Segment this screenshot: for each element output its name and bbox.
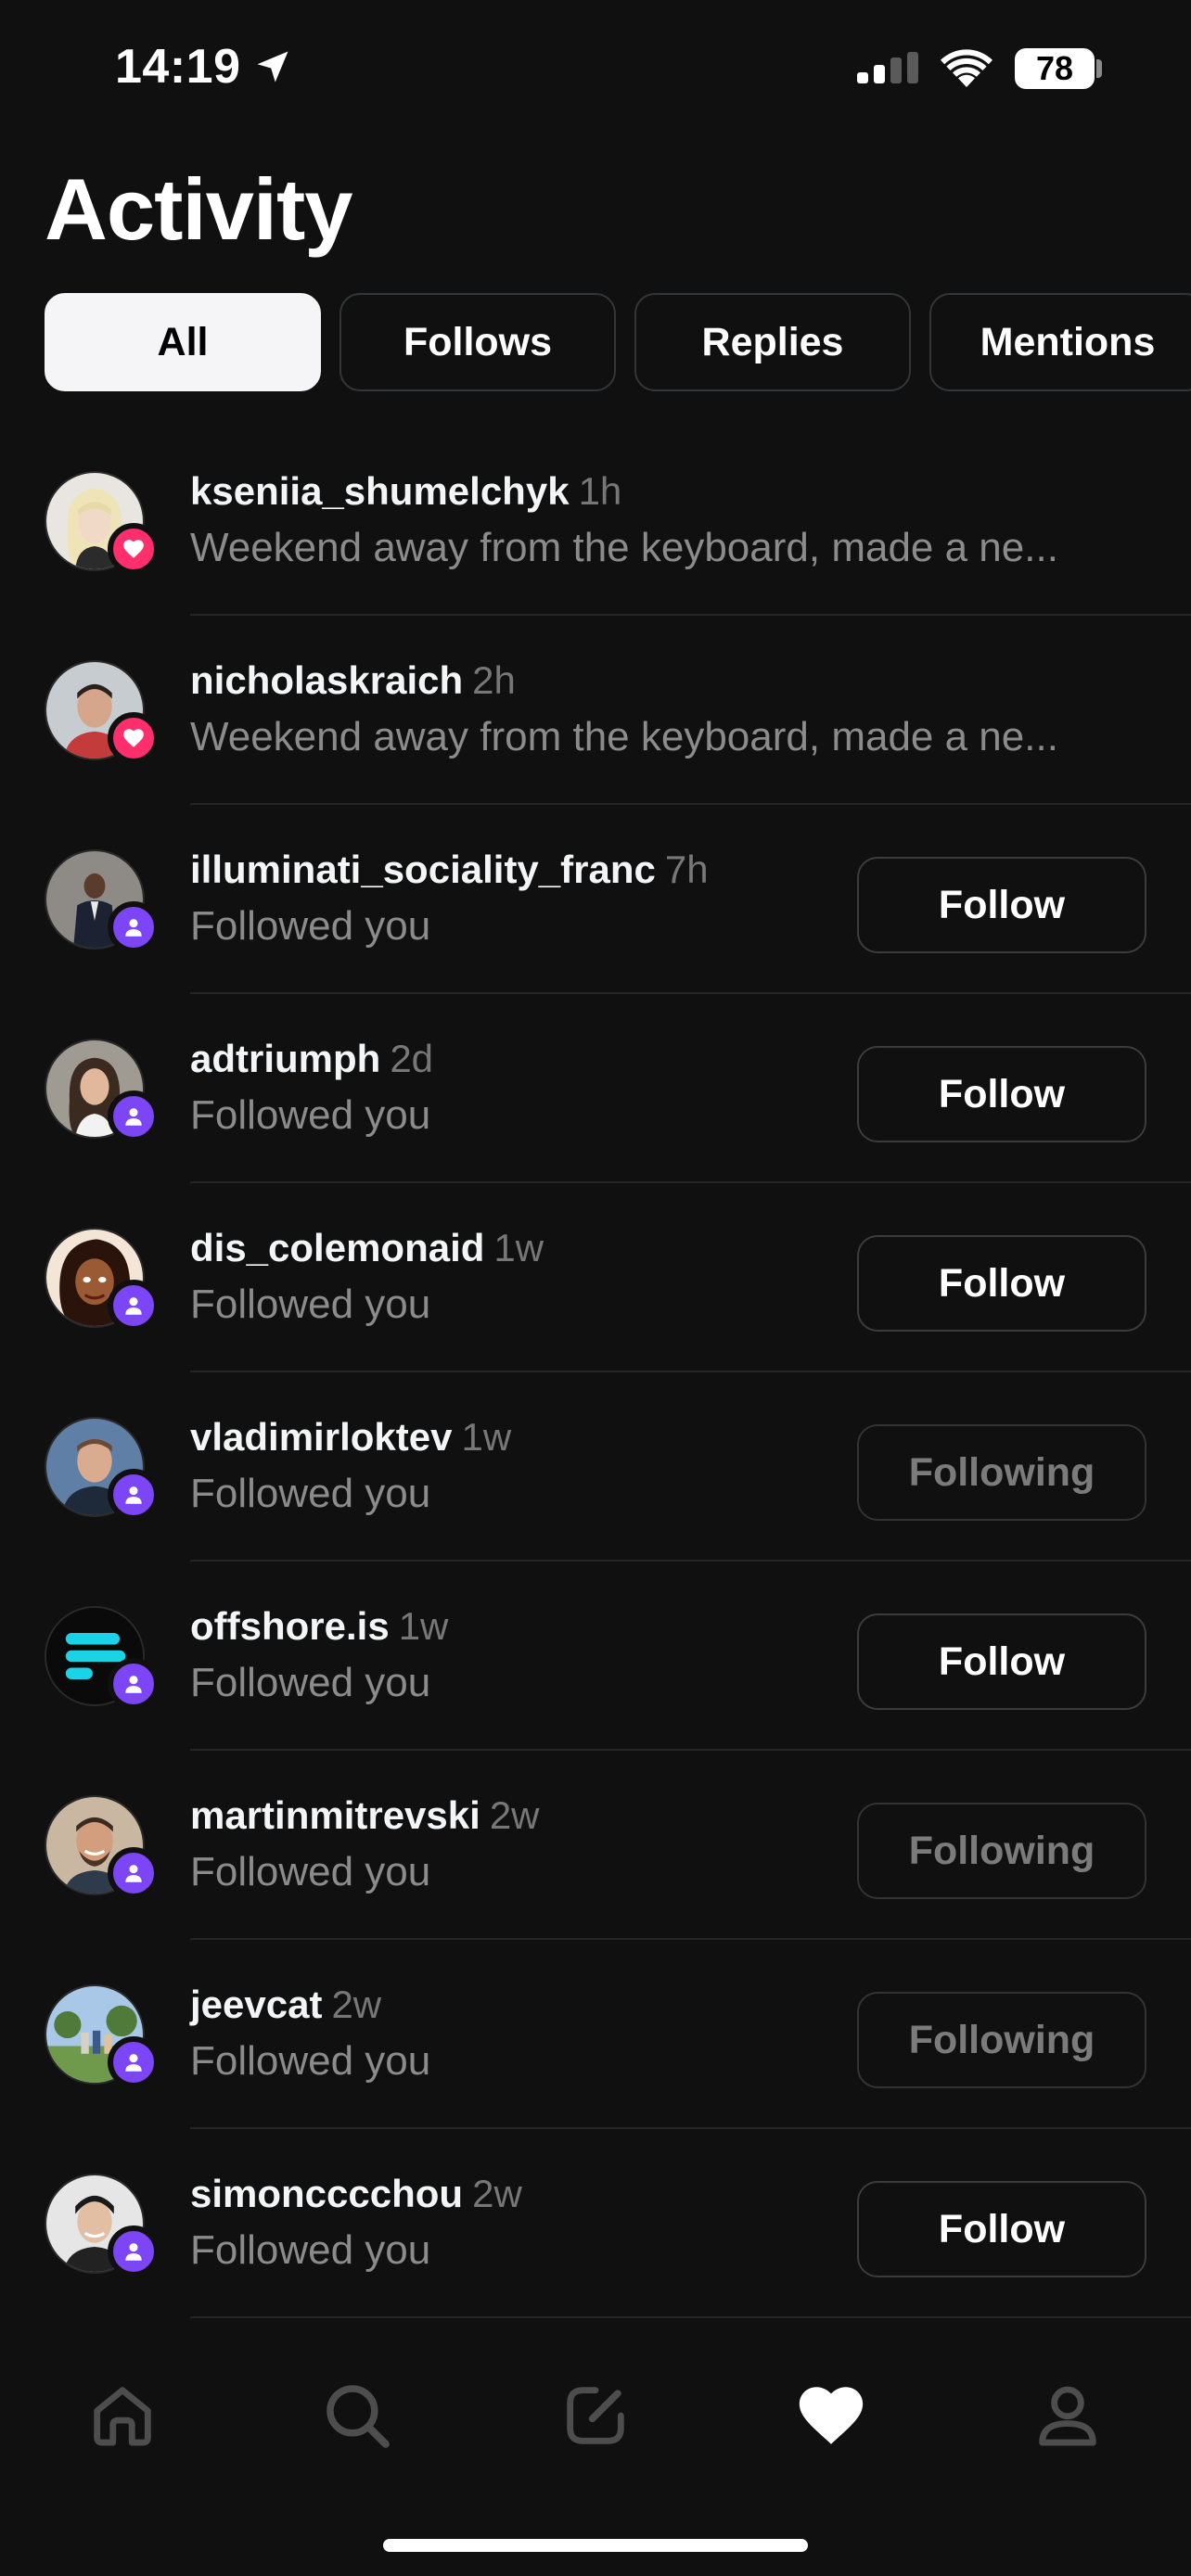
activity-text[interactable]: Weekend away from the keyboard, made a n… — [190, 714, 1058, 760]
timestamp: 2h — [472, 658, 516, 702]
activity-list: kseniia_shumelchyk 1h Weekend away from t… — [0, 427, 1191, 2318]
search-icon — [327, 2385, 390, 2448]
timestamp: 2w — [331, 1983, 382, 2026]
person-badge-icon — [108, 1469, 160, 1521]
tab-mentions[interactable]: Mentions — [929, 293, 1191, 391]
timestamp: 1w — [493, 1226, 544, 1269]
timestamp: 2w — [489, 1793, 540, 1837]
person-badge-icon — [108, 1847, 160, 1899]
page-title: Activity — [45, 160, 353, 258]
activity-text[interactable]: Weekend away from the keyboard, made a n… — [190, 525, 1058, 571]
activity-row[interactable]: jeevcat 2w Followed you Following — [0, 1940, 1191, 2129]
username[interactable]: offshore.is — [190, 1604, 390, 1648]
tab-all[interactable]: All — [45, 293, 321, 391]
timestamp: 2w — [472, 2172, 522, 2215]
divider — [190, 2316, 1191, 2318]
username[interactable]: dis_colemonaid — [190, 1226, 484, 1269]
bottom-nav — [0, 2346, 1191, 2485]
activity-row[interactable]: simoncccchou 2w Followed you Follow — [0, 2129, 1191, 2318]
activity-text: Followed you — [190, 1471, 431, 1516]
timestamp: 1w — [461, 1415, 512, 1459]
follow-button[interactable]: Follow — [857, 1046, 1146, 1142]
activity-row[interactable]: kseniia_shumelchyk 1h Weekend away from t… — [0, 427, 1191, 616]
timestamp: 7h — [664, 848, 709, 891]
follow-button[interactable]: Follow — [857, 857, 1146, 953]
username[interactable]: illuminati_sociality_franc — [190, 848, 656, 891]
username[interactable]: simoncccchou — [190, 2172, 463, 2215]
heart-badge-icon — [108, 523, 160, 575]
activity-text: Followed you — [190, 1849, 431, 1894]
username[interactable]: nicholaskraich — [190, 658, 463, 702]
timestamp: 1w — [398, 1604, 449, 1648]
heart-icon — [799, 2387, 864, 2444]
compose-icon — [567, 2387, 624, 2444]
activity-text: Followed you — [190, 1092, 431, 1138]
person-badge-icon — [108, 2036, 160, 2088]
signal-icon — [857, 52, 918, 83]
activity-row[interactable]: martinmitrevski 2w Followed you Following — [0, 1751, 1191, 1940]
follow-button[interactable]: Follow — [857, 2181, 1146, 2277]
activity-row[interactable]: illuminati_sociality_franc 7h Followed yo… — [0, 805, 1191, 994]
person-badge-icon — [108, 1280, 160, 1332]
home-indicator[interactable] — [383, 2539, 808, 2552]
following-button[interactable]: Following — [857, 1424, 1146, 1521]
status-time: 14:19 — [115, 40, 241, 94]
filter-tabs: All Follows Replies Mentions — [45, 293, 1191, 391]
activity-text: Followed you — [190, 1282, 431, 1327]
activity-text: Followed you — [190, 1660, 431, 1705]
timestamp: 2d — [390, 1037, 434, 1080]
person-badge-icon — [108, 1658, 160, 1710]
follow-button[interactable]: Follow — [857, 1235, 1146, 1332]
wifi-icon — [941, 49, 992, 87]
activity-screen: 14:19 78 Activity All Follows Replies Me… — [0, 0, 1191, 2576]
battery-icon: 78 — [1015, 48, 1095, 89]
username[interactable]: vladimirloktev — [190, 1415, 452, 1459]
tab-replies[interactable]: Replies — [634, 293, 911, 391]
username[interactable]: adtriumph — [190, 1037, 380, 1080]
nav-profile[interactable] — [1012, 2346, 1123, 2485]
person-badge-icon — [108, 901, 160, 953]
username[interactable]: jeevcat — [190, 1983, 322, 2026]
profile-icon — [1039, 2386, 1096, 2446]
following-button[interactable]: Following — [857, 1992, 1146, 2088]
location-arrow-icon — [257, 51, 288, 83]
battery-tip — [1096, 59, 1102, 78]
activity-row[interactable]: dis_colemonaid 1w Followed you Follow — [0, 1183, 1191, 1372]
nav-compose[interactable] — [540, 2346, 651, 2485]
heart-badge-icon — [108, 712, 160, 764]
follow-button[interactable]: Follow — [857, 1613, 1146, 1710]
activity-row[interactable]: adtriumph 2d Followed you Follow — [0, 994, 1191, 1183]
activity-text: Followed you — [190, 2227, 431, 2273]
status-bar: 14:19 78 — [0, 0, 1191, 139]
activity-row[interactable]: offshore.is 1w Followed you Follow — [0, 1562, 1191, 1751]
username[interactable]: martinmitrevski — [190, 1793, 480, 1837]
timestamp: 1h — [578, 469, 622, 513]
person-badge-icon — [108, 2225, 160, 2277]
activity-row[interactable]: nicholaskraich 2h Weekend away from the k… — [0, 616, 1191, 805]
tab-follows[interactable]: Follows — [339, 293, 616, 391]
activity-text: Followed you — [190, 2038, 431, 2084]
nav-search[interactable] — [301, 2346, 413, 2485]
person-badge-icon — [108, 1090, 160, 1142]
home-icon — [94, 2387, 151, 2446]
activity-text: Followed you — [190, 903, 431, 949]
following-button[interactable]: Following — [857, 1803, 1146, 1899]
activity-row[interactable]: vladimirloktev 1w Followed you Following — [0, 1372, 1191, 1562]
username[interactable]: kseniia_shumelchyk — [190, 469, 570, 513]
nav-activity[interactable] — [775, 2346, 887, 2485]
nav-home[interactable] — [67, 2346, 178, 2485]
